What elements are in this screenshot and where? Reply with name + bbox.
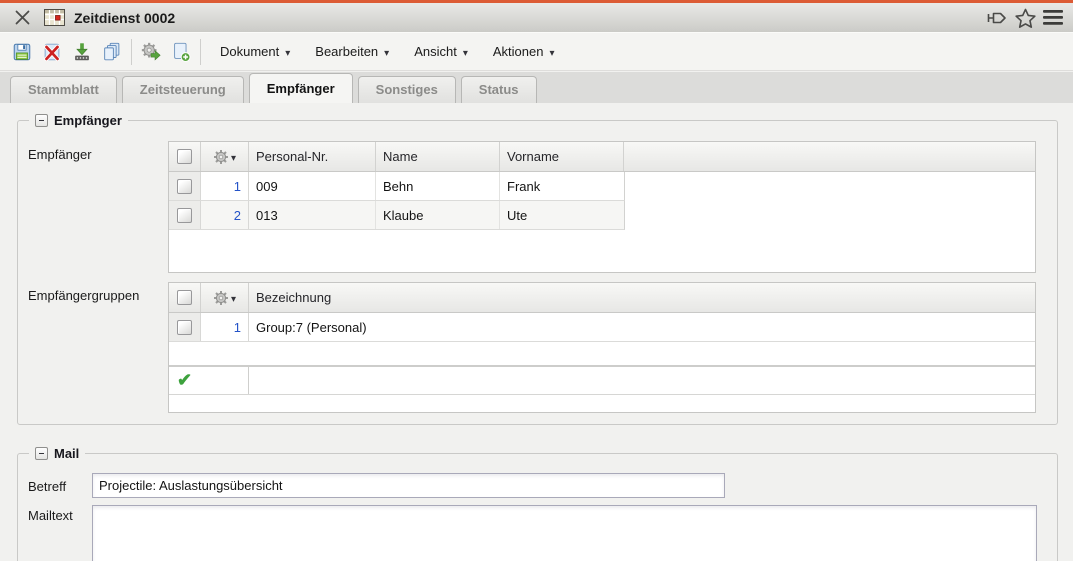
groups-grid-header: Bezeichnung	[169, 283, 1035, 313]
chevron-down-icon	[285, 44, 290, 59]
tab-strip: Stammblatt Zeitsteuerung Empfänger Sonst…	[0, 72, 1073, 103]
toolbar-separator	[131, 39, 132, 65]
grid-actions-button[interactable]	[201, 283, 249, 312]
pin-icon[interactable]	[986, 8, 1008, 28]
recipients-grid-header: Personal-Nr. Name Vorname	[169, 142, 1035, 172]
delete-button[interactable]	[37, 38, 67, 66]
tab-panel-empfaenger: Empfänger Empfänger Personal-Nr. Name Vo…	[0, 103, 1073, 561]
chevron-down-icon	[549, 44, 554, 59]
download-arrow-tray-icon	[71, 41, 93, 63]
gear-run-icon	[140, 41, 162, 63]
groups-grid: Bezeichnung 1 Group:7 (Personal)	[168, 282, 1036, 413]
empfaenger-groupbox-legend: Empfänger	[29, 112, 128, 129]
betreff-label: Betreff	[28, 479, 66, 494]
collapse-minus-icon[interactable]	[35, 447, 48, 460]
tab-status[interactable]: Status	[461, 76, 537, 103]
document-stack-icon	[101, 41, 123, 63]
menu-ansicht[interactable]: Ansicht	[404, 39, 478, 64]
chevron-down-icon	[384, 44, 389, 59]
cell-personal-nr: 009	[249, 172, 376, 200]
hamburger-menu-icon[interactable]	[1043, 9, 1063, 26]
save-button[interactable]	[7, 38, 37, 66]
tab-stammblatt[interactable]: Stammblatt	[10, 76, 117, 103]
cell-name: Klaube	[376, 201, 500, 229]
menu-aktionen[interactable]: Aktionen	[483, 39, 565, 64]
copy-button[interactable]	[97, 38, 127, 66]
tab-zeitsteuerung[interactable]: Zeitsteuerung	[122, 76, 244, 103]
menu-dokument[interactable]: Dokument	[210, 39, 300, 64]
column-header-filler	[624, 142, 1035, 171]
select-all-checkbox[interactable]	[177, 149, 192, 164]
row-number-link[interactable]: 2	[201, 201, 249, 229]
recipients-label: Empfänger	[28, 147, 92, 162]
floppy-red-x-icon	[41, 41, 63, 63]
floppy-disk-icon	[11, 41, 33, 63]
document-plus-icon	[170, 41, 192, 63]
table-row: 1 Group:7 (Personal)	[169, 313, 1035, 342]
toolbar: Dokument Bearbeiten Ansicht Aktionen	[0, 33, 1073, 71]
confirm-check-icon[interactable]	[177, 370, 192, 391]
row-checkbox[interactable]	[177, 320, 192, 335]
column-header-personal-nr[interactable]: Personal-Nr.	[249, 142, 376, 171]
column-header-bezeichnung[interactable]: Bezeichnung	[249, 283, 1035, 312]
import-button[interactable]	[67, 38, 97, 66]
recipients-grid: Personal-Nr. Name Vorname 1 009 Behn Fra…	[168, 141, 1036, 273]
cell-vorname: Frank	[500, 172, 624, 200]
new-entry-row	[169, 365, 1035, 395]
grid-actions-button[interactable]	[201, 142, 249, 171]
tab-sonstiges[interactable]: Sonstiges	[358, 76, 456, 103]
favorite-star-icon[interactable]	[1015, 8, 1036, 28]
empty-row	[169, 342, 1035, 365]
row-number-link[interactable]: 1	[201, 172, 249, 200]
table-row: 2 013 Klaube Ute	[169, 201, 625, 230]
chevron-down-icon	[231, 290, 236, 305]
betreff-input[interactable]	[92, 473, 725, 498]
select-all-checkbox[interactable]	[177, 290, 192, 305]
gear-icon	[213, 290, 229, 306]
collapse-minus-icon[interactable]	[35, 114, 48, 127]
row-checkbox[interactable]	[177, 179, 192, 194]
row-number-link[interactable]: 1	[201, 313, 249, 341]
table-row: 1 009 Behn Frank	[169, 172, 625, 201]
cell-personal-nr: 013	[249, 201, 376, 229]
cell-name: Behn	[376, 172, 500, 200]
chevron-down-icon	[463, 44, 468, 59]
column-header-vorname[interactable]: Vorname	[500, 142, 624, 171]
mailtext-label: Mailtext	[28, 508, 73, 523]
gear-icon	[213, 149, 229, 165]
window-titlebar: Zeitdienst 0002	[0, 0, 1073, 32]
chevron-down-icon	[231, 149, 236, 164]
new-document-button[interactable]	[166, 38, 196, 66]
mail-groupbox-legend: Mail	[29, 445, 85, 462]
execute-button[interactable]	[136, 38, 166, 66]
groups-label: Empfängergruppen	[28, 288, 139, 303]
window-title: Zeitdienst 0002	[74, 10, 175, 26]
toolbar-separator	[200, 39, 201, 65]
cell-vorname: Ute	[500, 201, 624, 229]
close-icon[interactable]	[11, 9, 33, 26]
column-header-name[interactable]: Name	[376, 142, 500, 171]
tab-empfaenger[interactable]: Empfänger	[249, 73, 353, 103]
row-checkbox[interactable]	[177, 208, 192, 223]
cell-bezeichnung: Group:7 (Personal)	[249, 313, 1035, 341]
calendar-document-icon	[44, 9, 65, 26]
menu-bearbeiten[interactable]: Bearbeiten	[305, 39, 399, 64]
mailtext-input[interactable]	[92, 505, 1037, 561]
